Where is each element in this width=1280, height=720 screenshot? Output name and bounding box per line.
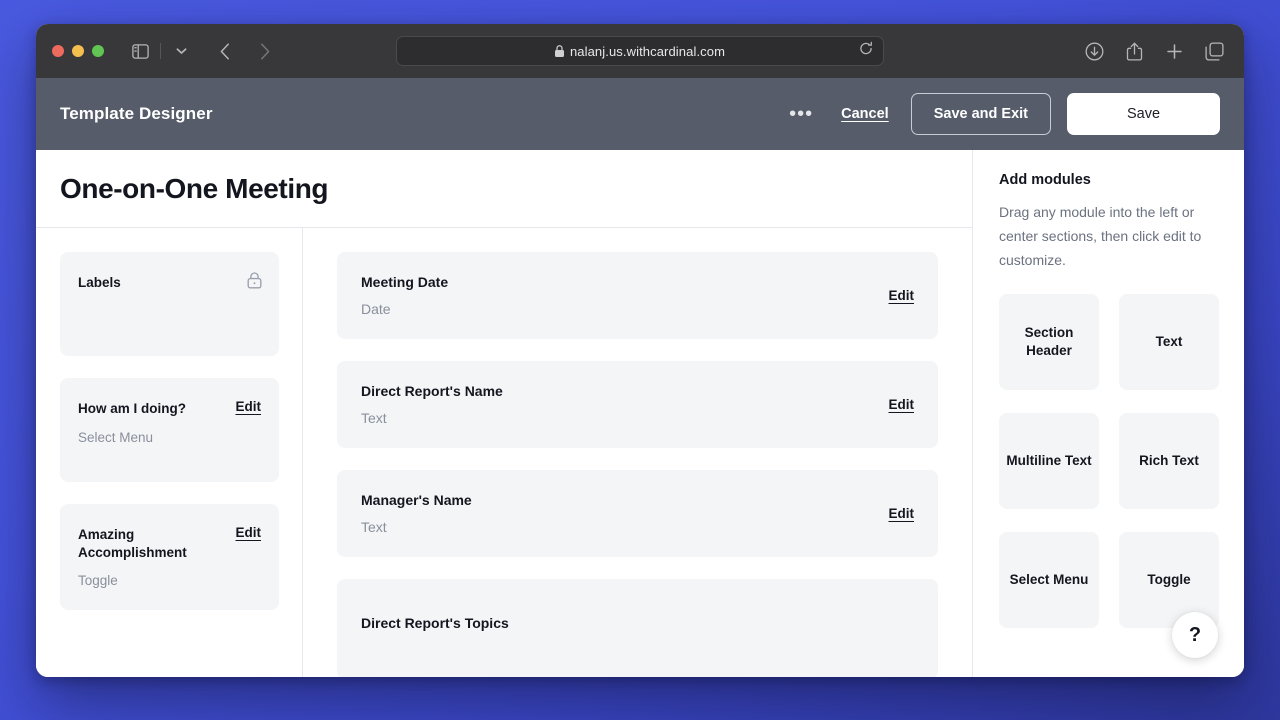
tabs-icon[interactable] (1200, 37, 1228, 65)
field-card-title: Meeting Date (361, 274, 449, 290)
field-card-amazing-accomplishment[interactable]: Amazing Accomplishment Toggle Edit (60, 504, 279, 611)
template-title-row: One-on-One Meeting (36, 150, 972, 228)
close-window-button[interactable] (52, 45, 64, 57)
reload-icon[interactable] (859, 41, 873, 61)
field-card-title: Direct Report's Topics (361, 615, 509, 631)
field-card-title: Amazing Accomplishment (78, 527, 187, 560)
save-button[interactable]: Save (1067, 93, 1220, 135)
forward-button[interactable] (251, 37, 279, 65)
window-controls (52, 45, 104, 57)
add-modules-description: Drag any module into the left or center … (999, 204, 1202, 269)
template-designer-canvas: One-on-One Meeting Labels How am I doing… (36, 150, 973, 677)
edit-link[interactable]: Edit (236, 525, 262, 540)
module-tile-select-menu[interactable]: Select Menu (999, 532, 1099, 629)
template-name: One-on-One Meeting (60, 172, 329, 204)
more-options-button[interactable]: ••• (783, 104, 819, 124)
field-card-type: Select Menu (78, 429, 154, 445)
left-section[interactable]: Labels How am I doing? Select Menu Edit … (36, 228, 303, 677)
sidebar-toggle-icon[interactable] (126, 37, 154, 65)
field-card-type: Toggle (78, 573, 118, 589)
lock-icon (247, 272, 262, 294)
field-card-type: Text (361, 519, 387, 535)
field-card-meeting-date[interactable]: Meeting Date Date Edit (337, 252, 938, 339)
save-and-exit-button[interactable]: Save and Exit (910, 93, 1051, 135)
field-card-title: Labels (78, 275, 121, 290)
field-card-type: Date (361, 301, 391, 317)
address-bar[interactable]: nalanj.us.withcardinal.com (396, 36, 884, 66)
share-icon[interactable] (1120, 37, 1148, 65)
header-actions: ••• Cancel Save and Exit Save (783, 93, 1220, 135)
edit-link[interactable]: Edit (889, 288, 915, 303)
browser-toolbar: nalanj.us.withcardinal.com (36, 24, 1244, 78)
field-card-title: Manager's Name (361, 492, 472, 508)
field-card-title: Direct Report's Name (361, 383, 503, 399)
field-card-how-am-i-doing[interactable]: How am I doing? Select Menu Edit (60, 378, 279, 482)
field-card-direct-reports-name[interactable]: Direct Report's Name Text Edit (337, 361, 938, 448)
edit-link[interactable]: Edit (889, 397, 915, 412)
download-icon[interactable] (1080, 37, 1108, 65)
module-tile-section-header[interactable]: Section Header (999, 294, 1099, 391)
field-card-direct-reports-topics[interactable]: Direct Report's Topics (337, 579, 938, 677)
browser-actions (1080, 37, 1228, 65)
module-tile-multiline-text[interactable]: Multiline Text (999, 413, 1099, 510)
add-modules-panel: Add modules Drag any module into the lef… (973, 150, 1244, 677)
modules-grid: Section Header Text Multiline Text Rich … (999, 294, 1219, 629)
browser-window: nalanj.us.withcardinal.com Template Desi… (36, 24, 1244, 677)
edit-link[interactable]: Edit (889, 506, 915, 521)
center-section[interactable]: Meeting Date Date Edit Direct Report's N… (303, 228, 972, 677)
field-card-type: Text (361, 410, 387, 426)
field-card-labels[interactable]: Labels (60, 252, 279, 356)
app-header: Template Designer ••• Cancel Save and Ex… (36, 78, 1244, 150)
chevron-down-icon[interactable] (167, 37, 195, 65)
lock-icon (554, 45, 564, 57)
maximize-window-button[interactable] (92, 45, 104, 57)
field-card-title: How am I doing? (78, 401, 186, 416)
cancel-button[interactable]: Cancel (835, 102, 895, 126)
plus-icon[interactable] (1160, 37, 1188, 65)
back-button[interactable] (211, 37, 239, 65)
page-body: One-on-One Meeting Labels How am I doing… (36, 150, 1244, 677)
toolbar-divider (160, 43, 161, 59)
add-modules-title: Add modules (999, 172, 1091, 188)
help-button[interactable]: ? (1172, 612, 1218, 658)
address-bar-url: nalanj.us.withcardinal.com (569, 43, 726, 59)
minimize-window-button[interactable] (72, 45, 84, 57)
edit-link[interactable]: Edit (236, 399, 262, 414)
field-card-managers-name[interactable]: Manager's Name Text Edit (337, 470, 938, 557)
page-title: Template Designer (60, 104, 213, 123)
module-tile-text[interactable]: Text (1119, 294, 1219, 391)
module-tile-rich-text[interactable]: Rich Text (1119, 413, 1219, 510)
designer-columns: Labels How am I doing? Select Menu Edit … (36, 228, 972, 677)
